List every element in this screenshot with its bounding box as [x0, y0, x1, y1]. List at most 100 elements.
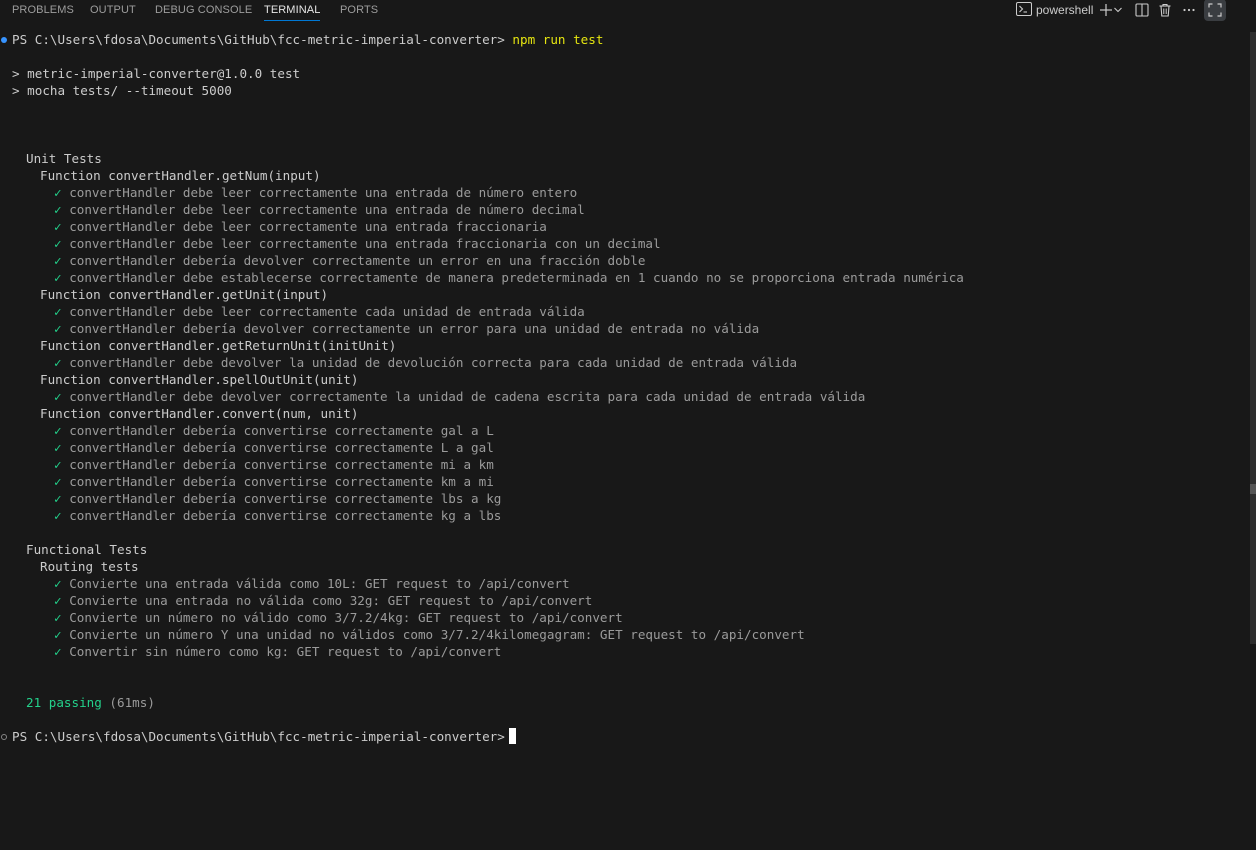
tab-debug-console[interactable]: DEBUG CONSOLE — [155, 2, 252, 20]
more-icon — [1183, 8, 1195, 12]
test-name: Convertir sin número como kg: GET reques… — [69, 644, 502, 659]
test-name: convertHandler debe leer correctamente u… — [69, 236, 661, 251]
check-icon: ✓ — [54, 593, 62, 608]
check-icon: ✓ — [54, 423, 62, 438]
prompt-line-2: PS C:\Users\fdosa\Documents\GitHub\fcc-m… — [12, 728, 516, 745]
test-name: convertHandler debería convertirse corre… — [69, 491, 502, 506]
suite-group-title: Function convertHandler.getUnit(input) — [40, 287, 329, 302]
check-icon: ✓ — [54, 389, 62, 404]
test-line: ✓ convertHandler debe devolver la unidad… — [54, 354, 797, 371]
test-name: convertHandler debería convertirse corre… — [69, 440, 494, 455]
command-decoration-icon[interactable] — [1, 37, 7, 43]
terminal-selector[interactable]: powershell — [1016, 1, 1093, 19]
test-name: Convierte un número no válido como 3/7.2… — [69, 610, 623, 625]
test-line: ✓ convertHandler debería convertirse cor… — [54, 473, 494, 490]
check-icon: ✓ — [54, 185, 62, 200]
test-line: ✓ convertHandler debería devolver correc… — [54, 252, 645, 269]
check-icon: ✓ — [54, 457, 62, 472]
suite-group-title: Function convertHandler.spellOutUnit(uni… — [40, 372, 359, 387]
test-name: convertHandler debería convertirse corre… — [69, 457, 494, 472]
check-icon: ✓ — [54, 236, 62, 251]
check-icon: ✓ — [54, 355, 62, 370]
test-summary: 21 passing (61ms) — [26, 694, 155, 711]
check-icon: ✓ — [54, 270, 62, 285]
trash-icon — [1159, 3, 1171, 17]
test-line: ✓ convertHandler debe leer correctamente… — [54, 201, 585, 218]
test-name: convertHandler debe devolver la unidad d… — [69, 355, 798, 370]
test-line: ✓ Convierte un número Y una unidad no vá… — [54, 626, 805, 643]
test-line: ✓ convertHandler debería convertirse cor… — [54, 456, 494, 473]
test-name: convertHandler debería devolver correcta… — [69, 253, 646, 268]
test-name: convertHandler debería devolver correcta… — [69, 321, 760, 336]
suite-group-title: Function convertHandler.getReturnUnit(in… — [40, 338, 397, 353]
test-line: ✓ convertHandler debería convertirse cor… — [54, 422, 494, 439]
check-icon: ✓ — [54, 321, 62, 336]
check-icon: ✓ — [54, 508, 62, 523]
check-icon: ✓ — [54, 644, 62, 659]
split-terminal-button[interactable] — [1132, 1, 1152, 19]
terminal-icon — [1016, 1, 1032, 20]
suite-group-title: Function convertHandler.convert(num, uni… — [40, 406, 359, 421]
test-line: ✓ convertHandler debería convertirse cor… — [54, 490, 501, 507]
prompt-command: npm run test — [512, 32, 604, 47]
suite-title: Unit Tests — [26, 151, 102, 166]
terminal-output[interactable]: PS C:\Users\fdosa\Documents\GitHub\fcc-m… — [0, 31, 1248, 850]
maximize-panel-button[interactable] — [1204, 0, 1226, 21]
command-decoration-icon[interactable] — [1, 734, 7, 740]
chevron-down-icon — [1114, 7, 1122, 13]
tab-output[interactable]: OUTPUT — [90, 2, 136, 20]
panel-header: PROBLEMS OUTPUT DEBUG CONSOLE TERMINAL P… — [0, 0, 1256, 22]
test-duration: (61ms) — [101, 695, 155, 710]
prompt-line-1: PS C:\Users\fdosa\Documents\GitHub\fcc-m… — [12, 31, 603, 48]
test-name: convertHandler debería convertirse corre… — [69, 423, 494, 438]
more-actions-button[interactable] — [1179, 1, 1199, 19]
test-name: convertHandler debe leer correctamente u… — [69, 185, 578, 200]
test-line: ✓ convertHandler debe establecerse corre… — [54, 269, 964, 286]
test-name: convertHandler debe leer correctamente c… — [69, 304, 585, 319]
split-icon — [1135, 3, 1149, 17]
check-icon: ✓ — [54, 253, 62, 268]
test-line: ✓ convertHandler debe leer correctamente… — [54, 184, 577, 201]
prompt-path: PS C:\Users\fdosa\Documents\GitHub\fcc-m… — [12, 729, 505, 744]
suite-group-title: Routing tests — [40, 559, 139, 574]
script-line: > metric-imperial-converter@1.0.0 test — [12, 66, 301, 81]
test-line: ✓ convertHandler debería convertirse cor… — [54, 439, 494, 456]
suite-group-title: Function convertHandler.getNum(input) — [40, 168, 321, 183]
suite-title: Functional Tests — [26, 542, 148, 557]
test-name: convertHandler debería convertirse corre… — [69, 474, 494, 489]
check-icon: ✓ — [54, 576, 62, 591]
test-line: ✓ convertHandler debe leer correctamente… — [54, 235, 661, 252]
check-icon: ✓ — [54, 491, 62, 506]
test-line: ✓ Convertir sin número como kg: GET requ… — [54, 643, 501, 660]
test-line: ✓ convertHandler debería devolver correc… — [54, 320, 759, 337]
test-name: convertHandler debe leer correctamente u… — [69, 202, 585, 217]
test-name: convertHandler debe establecerse correct… — [69, 270, 964, 285]
kill-terminal-button[interactable] — [1155, 1, 1175, 19]
test-name: convertHandler debe devolver correctamen… — [69, 389, 866, 404]
terminal-cursor — [508, 728, 516, 744]
scrollbar-thumb[interactable] — [1250, 484, 1256, 494]
tab-ports[interactable]: PORTS — [340, 2, 378, 20]
test-line: ✓ convertHandler debe leer correctamente… — [54, 303, 585, 320]
check-icon: ✓ — [54, 440, 62, 455]
check-icon: ✓ — [54, 627, 62, 642]
script-line: > mocha tests/ --timeout 5000 — [12, 83, 232, 98]
test-line: ✓ convertHandler debe devolver correctam… — [54, 388, 865, 405]
terminal-name-label: powershell — [1036, 3, 1094, 17]
test-name: Convierte un número Y una unidad no váli… — [69, 627, 805, 642]
check-icon: ✓ — [54, 610, 62, 625]
check-icon: ✓ — [54, 219, 62, 234]
tab-problems[interactable]: PROBLEMS — [12, 2, 74, 20]
test-name: convertHandler debería convertirse corre… — [69, 508, 502, 523]
maximize-icon — [1208, 3, 1222, 17]
test-line: ✓ Convierte una entrada no válida como 3… — [54, 592, 592, 609]
terminal-dropdown-button[interactable] — [1110, 1, 1126, 19]
prompt-path: PS C:\Users\fdosa\Documents\GitHub\fcc-m… — [12, 32, 513, 47]
check-icon: ✓ — [54, 474, 62, 489]
terminal-scrollbar[interactable] — [1250, 32, 1256, 644]
check-icon: ✓ — [54, 304, 62, 319]
passing-count: 21 passing — [26, 695, 102, 710]
tab-terminal[interactable]: TERMINAL — [264, 2, 321, 21]
test-line: ✓ Convierte un número no válido como 3/7… — [54, 609, 623, 626]
test-line: ✓ Convierte una entrada válida como 10L:… — [54, 575, 570, 592]
